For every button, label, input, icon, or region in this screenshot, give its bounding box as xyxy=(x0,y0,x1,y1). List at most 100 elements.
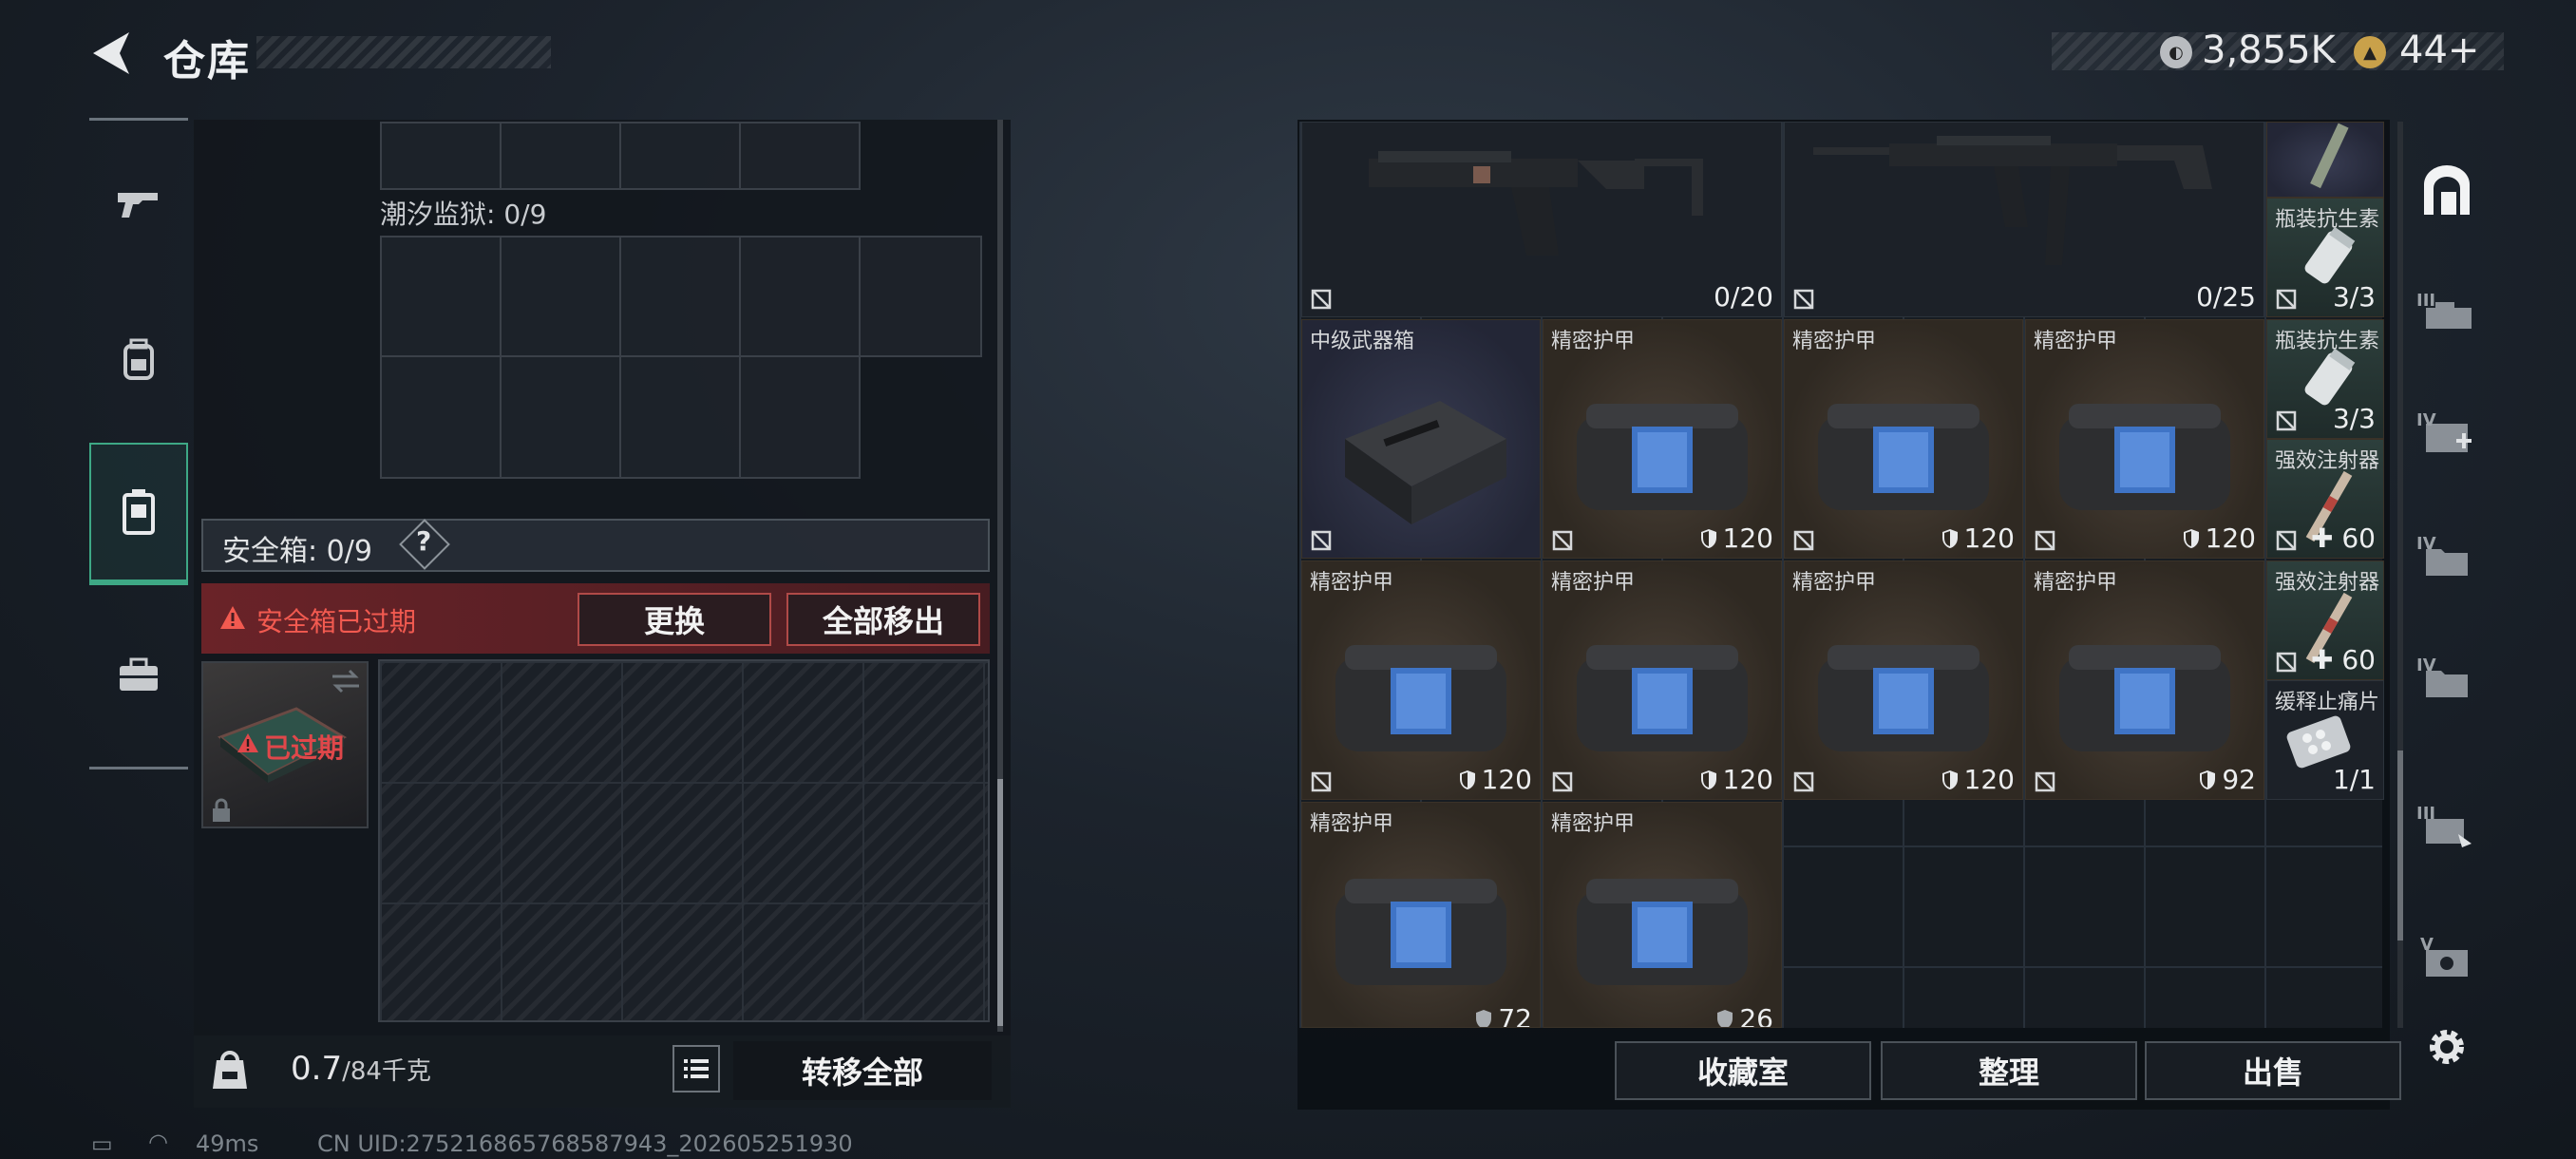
right-scrollbar-thumb[interactable] xyxy=(2397,750,2403,940)
grid-cell[interactable] xyxy=(739,122,861,190)
armor-item[interactable]: 精密护甲 26 xyxy=(1543,802,1782,1028)
armor-item[interactable]: 精密护甲 120 xyxy=(2025,319,2264,559)
gold-currency[interactable]: 44+ xyxy=(2399,28,2479,72)
armor-image xyxy=(1335,645,1506,751)
page-title: 仓库 xyxy=(163,37,251,86)
weapon-slot-1[interactable]: 0/20 xyxy=(1301,122,1782,317)
armor-item[interactable]: 精密护甲 120 xyxy=(1301,560,1541,800)
no-trade-icon xyxy=(2276,530,2297,551)
shield-icon xyxy=(1717,1010,1733,1027)
nav-weapon[interactable] xyxy=(89,133,188,276)
item-count: 3/3 xyxy=(2332,403,2376,434)
sell-button[interactable]: 出售 xyxy=(2145,1041,2401,1100)
armor-item[interactable]: 精密护甲 120 xyxy=(1784,560,2023,800)
durability-value: 72 xyxy=(1498,1003,1532,1028)
armor-item[interactable]: 精密护甲 72 xyxy=(1301,802,1541,1028)
safe-box-label: 安全箱: 0/9 xyxy=(222,535,372,568)
side-item-antibiotics-1[interactable]: 瓶装抗生素 3/3 xyxy=(2266,198,2384,317)
armor-item[interactable]: 精密护甲 120 xyxy=(1543,560,1782,800)
item-name: 精密护甲 xyxy=(1551,571,1636,595)
side-tab-tier-5[interactable]: V xyxy=(2411,925,2483,998)
case-expired-label: 已过期 xyxy=(264,732,345,764)
nav-safe-case[interactable] xyxy=(89,443,188,585)
help-question-mark[interactable]: ? xyxy=(416,525,431,557)
transfer-all-button[interactable]: 转移全部 xyxy=(733,1041,992,1100)
grid-cell[interactable] xyxy=(380,122,502,190)
grid-cell[interactable] xyxy=(619,355,741,479)
nav-backpack[interactable] xyxy=(89,289,188,431)
swap-button[interactable]: 更换 xyxy=(578,593,771,646)
item-name: 精密护甲 xyxy=(1310,571,1394,595)
side-item-antibiotics-2[interactable]: 瓶装抗生素 3/3 xyxy=(2266,319,2384,439)
no-trade-icon xyxy=(1552,771,1573,792)
case-icon xyxy=(123,489,155,535)
grid-cell[interactable] xyxy=(619,236,741,357)
weapon-2-count: 0/25 xyxy=(2196,281,2256,313)
item-count: ✚ 60 xyxy=(2311,522,2376,554)
armor-image xyxy=(1577,404,1748,510)
list-view-button[interactable] xyxy=(672,1045,720,1092)
grid-cell[interactable] xyxy=(859,236,982,357)
grid-cell[interactable] xyxy=(500,236,621,357)
side-item-painkiller[interactable]: 缓释止痛片 1/1 xyxy=(2266,680,2384,800)
safe-box-grid[interactable] xyxy=(378,659,990,1022)
tier-label: IV xyxy=(2416,656,2436,675)
uid-text: CN UID:2752168657685879​43_202605251930 xyxy=(317,1130,853,1157)
settings-button[interactable] xyxy=(2411,1011,2483,1083)
nav-toolbox[interactable] xyxy=(89,604,188,747)
warehouse-icon xyxy=(2424,165,2470,215)
side-item-top[interactable] xyxy=(2266,122,2384,198)
move-all-out-button[interactable]: 全部移出 xyxy=(786,593,980,646)
item-name: 精密护甲 xyxy=(1551,330,1636,353)
left-scrollbar-thumb[interactable] xyxy=(997,779,1003,1026)
item-durability: 120 xyxy=(1941,764,2015,795)
item-name: 中级武器箱 xyxy=(1310,330,1415,353)
side-tab-tier-4-c[interactable]: IV xyxy=(2411,646,2483,718)
item-name: 精密护甲 xyxy=(2034,571,2118,595)
gun-icon xyxy=(118,193,158,218)
battery-icon: ▭ xyxy=(91,1130,113,1157)
weapon-case-item[interactable]: 中级武器箱 xyxy=(1301,319,1541,559)
grid-cell[interactable] xyxy=(500,122,621,190)
grid-cell[interactable] xyxy=(739,355,861,479)
toolbox-icon xyxy=(120,657,158,691)
gear-icon xyxy=(2430,1030,2464,1064)
grid-cell[interactable] xyxy=(619,122,741,190)
swap-arrows-icon[interactable] xyxy=(329,667,363,695)
grid-cell[interactable] xyxy=(380,236,502,357)
grid-cell[interactable] xyxy=(739,236,861,357)
side-tab-tier-3-b[interactable]: III xyxy=(2411,794,2483,866)
item-count: 3/3 xyxy=(2332,281,2376,313)
item-count-value: 60 xyxy=(2341,644,2376,675)
durability-value: 92 xyxy=(2222,764,2256,795)
grid-cell[interactable] xyxy=(380,355,502,479)
item-durability: 26 xyxy=(1716,1003,1773,1027)
backpack-icon xyxy=(123,338,154,380)
side-tab-tier-4-a[interactable]: IV xyxy=(2411,401,2483,473)
syringe-image xyxy=(2310,123,2349,189)
grid-cell[interactable] xyxy=(500,355,621,479)
no-trade-icon xyxy=(1311,289,1332,310)
armor-image xyxy=(1818,645,1989,751)
no-trade-icon xyxy=(1311,530,1332,551)
armor-item[interactable]: 精密护甲 120 xyxy=(1543,319,1782,559)
plus-icon: ✚ xyxy=(2310,644,2342,675)
plus-icon: ✚ xyxy=(2310,522,2342,554)
side-tab-tier-4-b[interactable]: IV xyxy=(2411,524,2483,597)
armor-image xyxy=(2059,404,2230,510)
side-tab-all[interactable] xyxy=(2411,156,2483,228)
no-trade-icon xyxy=(2276,410,2297,431)
organize-button[interactable]: 整理 xyxy=(1881,1041,2137,1100)
armor-item[interactable]: 精密护甲 120 xyxy=(1784,319,2023,559)
armor-item[interactable]: 精密护甲 92 xyxy=(2025,560,2264,800)
side-tab-tier-3-a[interactable]: III xyxy=(2411,281,2483,353)
back-arrow-icon[interactable] xyxy=(87,28,135,78)
side-item-injector-1[interactable]: 强效注射器 ✚ 60 xyxy=(2266,439,2384,559)
weapon-slot-2[interactable]: 0/25 xyxy=(1784,122,2264,317)
armor-image xyxy=(2059,645,2230,751)
durability-value: 120 xyxy=(1963,522,2015,554)
side-item-injector-2[interactable]: 强效注射器 ✚ 60 xyxy=(2266,560,2384,680)
armor-image xyxy=(1335,878,1506,985)
wifi-icon: ◠ xyxy=(148,1129,168,1155)
collection-room-button[interactable]: 收藏室 xyxy=(1615,1041,1871,1100)
